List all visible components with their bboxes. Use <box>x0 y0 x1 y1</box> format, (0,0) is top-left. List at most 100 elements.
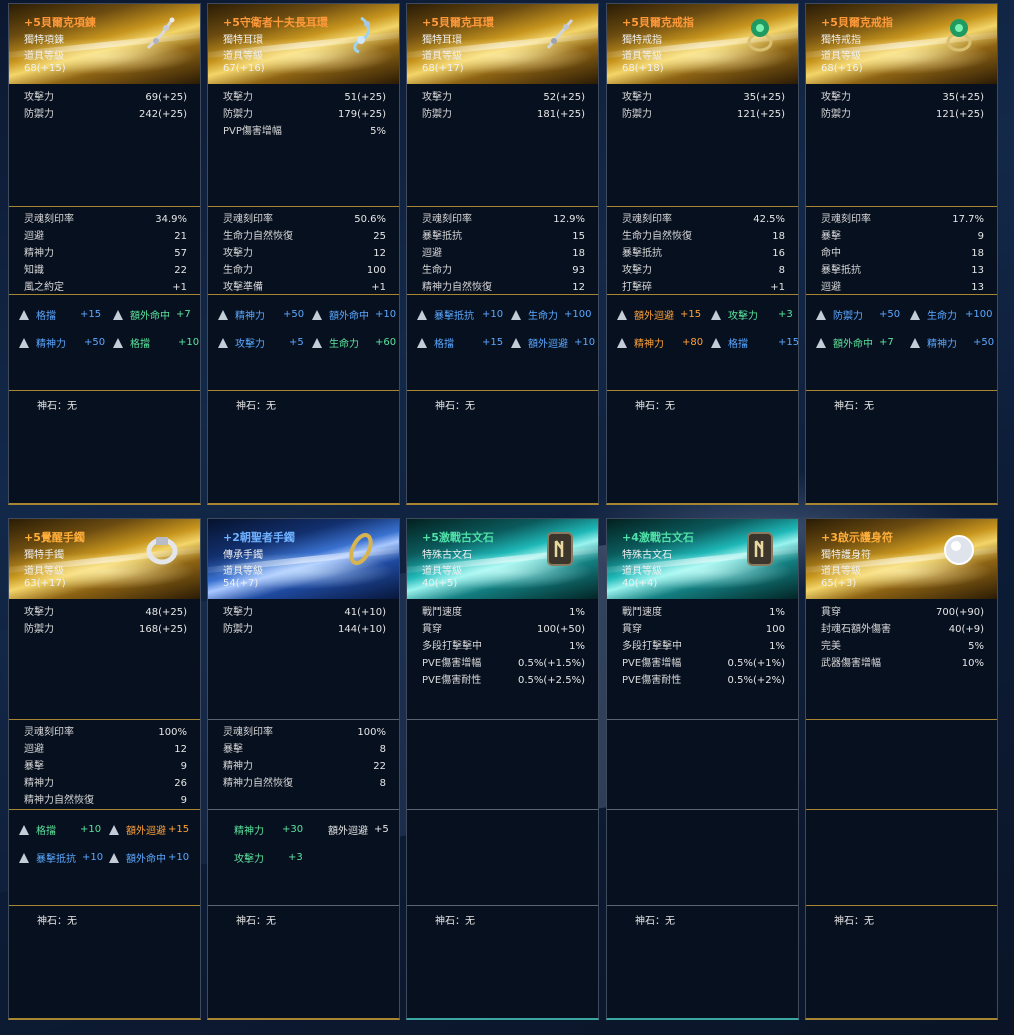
extra-stat-row: 精神力 22 <box>223 760 386 772</box>
god-stone-label: 神石：无 <box>834 916 874 927</box>
extra-stat-row: 精神力自然恢復 8 <box>223 777 386 789</box>
stat-row: PVE傷害耐性 0.5%(+2.5%) <box>422 674 585 686</box>
inscription-gem-icon <box>816 309 826 320</box>
item-type: 特殊古文石 <box>422 550 472 561</box>
item-level-value: 68(+17) <box>422 63 464 74</box>
item-level-label: 道具等級 <box>622 566 662 577</box>
item-type: 獨特耳環 <box>422 35 462 46</box>
stat-row: 攻擊力 35(+25) <box>622 92 785 103</box>
inscription-entry: 格擋 +15 <box>17 307 101 322</box>
item-card-ring[interactable]: +5貝爾克戒指 獨特戒指 道具等級 68(+18) 攻擊力 35(+25) 防禦力… <box>606 3 799 505</box>
inscription-entry: 額外命中 +10 <box>107 850 189 865</box>
inscription-section: 格擋 +15 額外命中 +7 精神力 +50 格擋 +10 <box>9 294 200 391</box>
extra-stat-row: 精神力自然恢復 9 <box>24 794 187 806</box>
inscription-entry: 額外命中 +7 <box>814 335 894 350</box>
item-level-label: 道具等級 <box>223 566 263 577</box>
stat-row: 多段打擊擊中 1% <box>422 640 585 652</box>
stat-row: 防禦力 121(+25) <box>622 108 785 120</box>
god-stone-label: 神石：无 <box>435 401 475 412</box>
item-card-necklace[interactable]: +5貝爾克項鍊 獨特項鍊 道具等級 68(+15) 攻擊力 69(+25) 防禦力… <box>8 3 201 505</box>
rune-stone-icon <box>747 532 773 566</box>
emerald-ring-icon <box>946 19 972 52</box>
item-type: 獨特戒指 <box>821 35 861 46</box>
extra-stat-row: 灵魂刻印率 12.9% <box>422 214 585 225</box>
extra-stat-row: 生命力自然恢復 18 <box>622 230 785 242</box>
inscription-gem-icon <box>312 309 322 320</box>
inscription-gem-icon <box>19 337 29 348</box>
extra-stats-section: 灵魂刻印率 100% 迴避 12 暴擊 9 精神力 26 精神力自然恢復 9 <box>9 719 200 809</box>
item-title: +5貝爾克耳環 <box>422 16 494 29</box>
item-type: 獨特護身符 <box>821 550 871 561</box>
extra-stats-section: 灵魂刻印率 100% 暴擊 8 精神力 22 精神力自然恢復 8 <box>208 719 399 793</box>
extra-stat-row: 迴避 21 <box>24 230 187 242</box>
inscription-section: 精神力 +50 額外命中 +10 攻擊力 +5 生命力 +60 <box>208 294 399 391</box>
item-title: +5貝爾克戒指 <box>821 16 893 29</box>
inscription-entry: 暴擊抵抗 +10 <box>17 850 103 865</box>
stat-row: 貫穿 100(+50) <box>422 623 585 635</box>
inscription-gem-icon <box>816 337 826 348</box>
stat-row: PVP傷害增幅 5% <box>223 125 386 137</box>
stat-row: 防禦力 121(+25) <box>821 108 984 120</box>
extra-stat-row: 迴避 12 <box>24 743 187 755</box>
item-card-rune[interactable]: +4激戰古文石 特殊古文石 道具等級 40(+4) 戰鬥速度 1% 貫穿 100 多… <box>606 518 799 1020</box>
earring-icon <box>546 19 574 49</box>
extra-stat-row: 暴擊 8 <box>223 743 386 755</box>
inscription-entry: 精神力 +30 <box>234 824 304 837</box>
inscription-gem-icon <box>511 309 521 320</box>
stat-row: 攻擊力 69(+25) <box>24 92 187 103</box>
item-card-ring[interactable]: +5貝爾克戒指 獨特戒指 道具等級 68(+16) 攻擊力 35(+25) 防禦力… <box>805 3 998 505</box>
item-level-label: 道具等級 <box>821 51 861 62</box>
inscription-section: 防禦力 +50 生命力 +100 額外命中 +7 精神力 +50 <box>806 294 997 391</box>
stat-row: 攻擊力 35(+25) <box>821 92 984 103</box>
extra-stat-row: 攻擊力 8 <box>622 264 785 276</box>
extra-stat-row: 暴擊抵抗 15 <box>422 230 585 242</box>
item-level-value: 68(+18) <box>622 63 664 74</box>
inscription-gem-icon <box>617 337 627 348</box>
inscription-gem-icon <box>19 309 29 320</box>
stat-row: PVE傷害增幅 0.5%(+1%) <box>622 657 785 669</box>
inscription-gem-icon <box>910 309 920 320</box>
inscription-section: 格擋 +10 額外迴避 +15 暴擊抵抗 +10 額外命中 +10 <box>9 809 200 906</box>
stat-row: 戰鬥速度 1% <box>422 607 585 618</box>
item-title: +3啟示護身符 <box>821 531 893 544</box>
inscription-entry: 生命力 +100 <box>509 307 591 322</box>
item-level-label: 道具等級 <box>24 51 64 62</box>
stat-row: 武器傷害增幅 10% <box>821 657 984 669</box>
item-level-label: 道具等級 <box>622 51 662 62</box>
inscription-gem-icon <box>312 337 322 348</box>
extra-stat-row: 灵魂刻印率 100% <box>24 727 187 738</box>
item-level-label: 道具等級 <box>24 566 64 577</box>
inscription-gem-icon <box>218 337 228 348</box>
god-stone-label: 神石：无 <box>435 916 475 927</box>
item-type: 獨特手鐲 <box>24 550 64 561</box>
item-level-value: 68(+16) <box>821 63 863 74</box>
item-card-bracelet[interactable]: +5覺醒手鐲 獨特手鐲 道具等級 63(+17) 攻擊力 48(+25) 防禦力 1… <box>8 518 201 1020</box>
item-card-rune[interactable]: +5激戰古文石 特殊古文石 道具等級 40(+5) 戰鬥速度 1% 貫穿 100(+… <box>406 518 599 1020</box>
item-card-amulet[interactable]: +3啟示護身符 獨特護身符 道具等級 65(+3) 貫穿 700(+90) 封魂石… <box>805 518 998 1020</box>
stat-row: 攻擊力 52(+25) <box>422 92 585 103</box>
extra-stat-row: 暴擊 9 <box>24 760 187 772</box>
stat-row: 多段打擊擊中 1% <box>622 640 785 652</box>
extra-stats-section: 灵魂刻印率 50.6% 生命力自然恢復 25 攻擊力 12 生命力 100 攻擊準備 +1 <box>208 206 399 296</box>
inscription-gem-icon <box>417 337 427 348</box>
extra-stat-row: 攻擊力 12 <box>223 247 386 259</box>
extra-stats-section: 灵魂刻印率 17.7% 暴擊 9 命中 18 暴擊抵抗 13 迴避 13 <box>806 206 997 296</box>
inscription-gem-icon <box>417 309 427 320</box>
item-level-label: 道具等級 <box>422 566 462 577</box>
item-card-bracelet[interactable]: +2朝聖者手鐲 傳承手鐲 道具等級 54(+7) 攻擊力 41(+10) 防禦力 1… <box>207 518 400 1020</box>
inscription-section: 額外迴避 +15 攻擊力 +3 精神力 +80 格擋 +15 <box>607 294 798 391</box>
item-card-earring[interactable]: +5守衛者十夫長耳環 獨特耳環 道具等級 67(+16) 攻擊力 51(+25) … <box>207 3 400 505</box>
bracelet-icon <box>146 537 178 565</box>
god-stone-label: 神石：无 <box>37 916 77 927</box>
necklace-icon <box>146 17 175 50</box>
god-stone-label: 神石：无 <box>635 916 675 927</box>
inscription-entry: 攻擊力 +5 <box>216 335 304 350</box>
inscription-entry: 暴擊抵抗 +10 <box>415 307 503 322</box>
item-banner: +5貝爾克項鍊 獨特項鍊 道具等級 68(+15) <box>9 4 200 84</box>
extra-stat-row: 暴擊抵抗 16 <box>622 247 785 259</box>
inscription-entry: 額外迴避 +10 <box>509 335 595 350</box>
stat-row: 攻擊力 48(+25) <box>24 607 187 618</box>
item-card-earring[interactable]: +5貝爾克耳環 獨特耳環 道具等級 68(+17) 攻擊力 52(+25) 防禦力… <box>406 3 599 505</box>
inscription-entry: 額外迴避 +15 <box>615 307 701 322</box>
rune-stone-icon <box>547 532 573 566</box>
